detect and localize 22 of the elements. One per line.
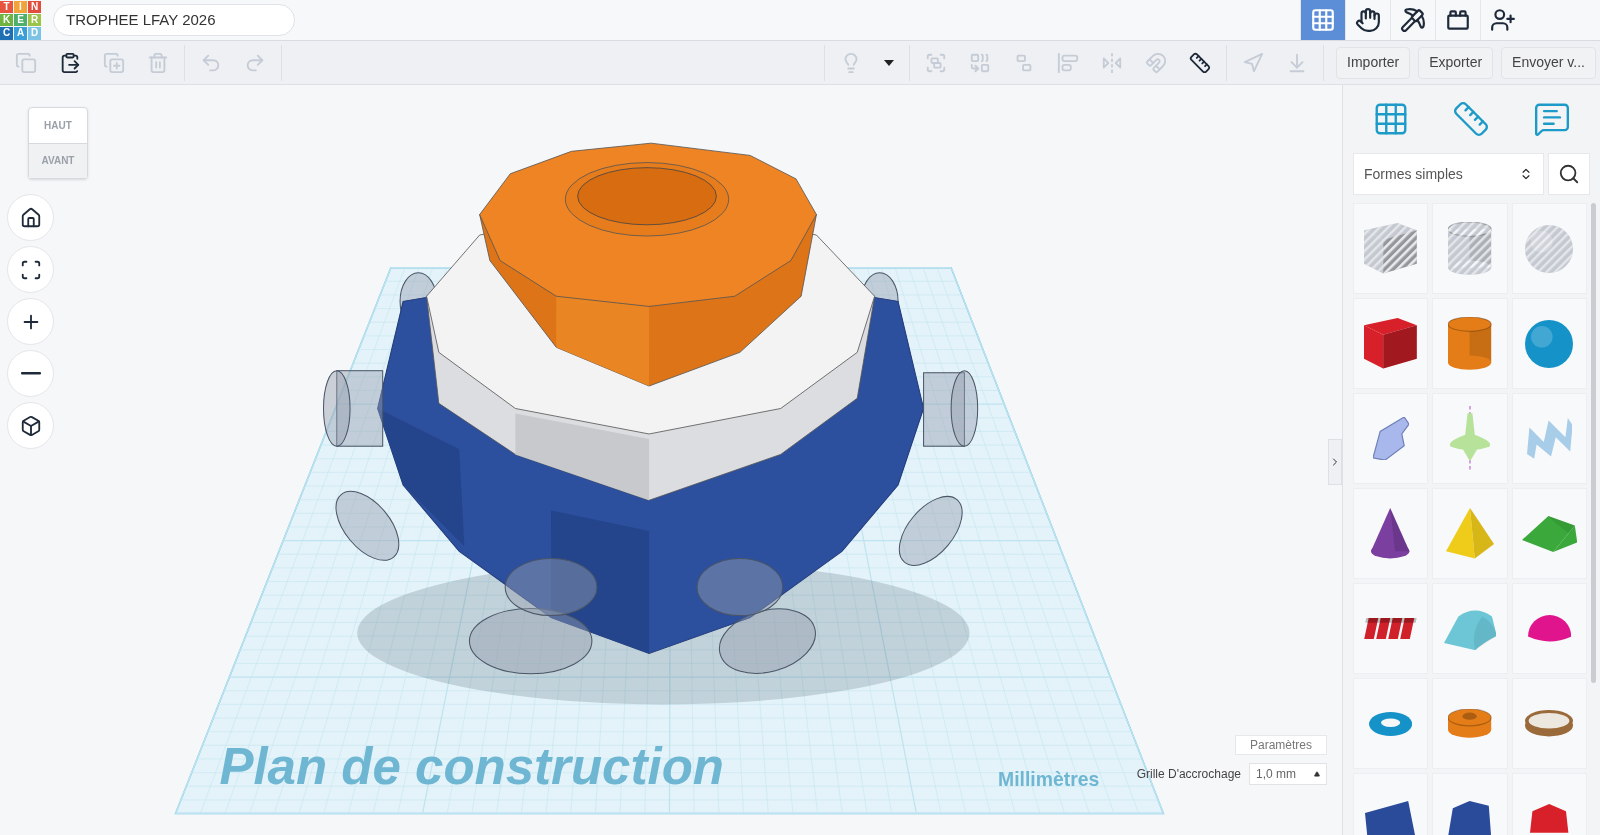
logo-letter: I [14,0,27,13]
cube-face-label: HAUT [29,108,87,144]
toolbar-text-button[interactable]: Importer [1336,46,1411,79]
settings-button[interactable]: Paramètres [1235,735,1327,755]
workplane-units: Millimètres [998,768,1100,790]
logo-letter: A [14,27,27,40]
snap-grid-select[interactable]: 1,0 mm [1249,763,1327,785]
snap-grid-label: Grille D'accrochage [1136,766,1241,783]
logo-letter: E [14,13,27,27]
logo-letter: N [28,0,41,13]
project-title-field[interactable]: TROPHEE LFAY 2026 [53,4,295,36]
workplane-title: Plan de construction [219,738,724,795]
logo-letter: R [28,13,41,27]
cube-face-label: AVANT [29,143,87,178]
logo-letter: C [0,27,13,40]
logo-letter: K [0,13,13,27]
toolbar-text-button[interactable]: Exporter [1418,46,1494,79]
category-select[interactable]: Formes simples [1353,153,1544,195]
logo-letter: T [0,0,13,13]
toolbar-text-button[interactable]: Envoyer v... [1501,46,1596,79]
logo[interactable]: T I N K E R C A D [0,0,41,40]
logo-letter: D [28,27,41,40]
